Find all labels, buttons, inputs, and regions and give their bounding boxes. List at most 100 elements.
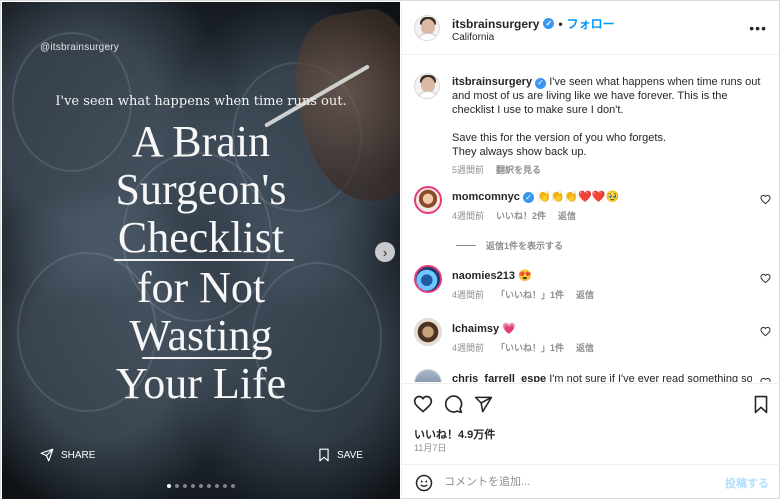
verified-badge-icon: ✓ (535, 77, 547, 89)
headline-line: Surgeon's (115, 165, 287, 214)
headline-line: Your Life (115, 359, 287, 408)
comment-time: 4週間前 (452, 343, 485, 353)
save-bookmark-icon (319, 448, 329, 462)
comment-likes[interactable]: 「いいね！」1件 (496, 341, 564, 354)
headline-line: Wasting (129, 311, 273, 360)
commenter-avatar[interactable] (414, 186, 442, 214)
author-username[interactable]: itsbrainsurgery (452, 17, 539, 31)
post-header: itsbrainsurgery ✓ • フォロー California ••• (402, 2, 780, 55)
post-actions: いいね！4.9万件 11月7日 (402, 383, 780, 463)
comment-text-row: lchaimsy 💗 (452, 322, 752, 335)
heart-icon[interactable] (760, 273, 771, 284)
comment-time: 4週間前 (452, 211, 485, 221)
share-plane-icon (40, 448, 54, 462)
next-button[interactable]: › (375, 242, 395, 262)
reply-button[interactable]: 返信 (576, 341, 594, 354)
comment-button[interactable] (442, 393, 464, 415)
reply-button[interactable]: 返信 (576, 288, 594, 301)
post-sidebar: itsbrainsurgery ✓ • フォロー California ••• … (401, 2, 780, 499)
like-button[interactable] (412, 393, 434, 415)
save-label: SAVE (337, 449, 363, 461)
carousel-indicator (2, 484, 400, 488)
carousel-dot (175, 484, 179, 488)
view-replies-button[interactable]: 返信1件を表示する (456, 239, 563, 252)
image-save-button[interactable]: SAVE (318, 448, 363, 462)
post-image[interactable]: @itsbrainsurgery I've seen what happens … (2, 2, 400, 499)
bookmark-icon (754, 395, 768, 413)
comment-text-row: momcomnyc ✓ 👏👏👏❤️❤️🥹 (452, 190, 752, 203)
comment-text: 💗 (502, 323, 516, 335)
image-share-button[interactable]: SHARE (40, 448, 95, 462)
separator: • (558, 16, 563, 31)
carousel-dot (183, 484, 187, 488)
comment-text: I'm not sure if I've ever read something… (549, 373, 752, 382)
next-arrow-icon: › (382, 244, 388, 260)
emoji-icon (415, 474, 433, 492)
comment-username[interactable]: lchaimsy (452, 323, 499, 335)
comment-meta: 4週間前 いいね！2件 返信 (452, 209, 576, 222)
caption-meta: 5週間前 翻訳を見る (452, 163, 772, 177)
comment-username[interactable]: chris_farrell_espe (452, 373, 546, 382)
caption-text-2b: They always show back up. (452, 146, 587, 158)
commenter-avatar[interactable] (414, 265, 442, 293)
swash (114, 259, 294, 261)
comment-meta: 4週間前 「いいね！」1件 返信 (452, 341, 594, 354)
headline-line: Checklist (117, 213, 285, 262)
comments-scroll[interactable]: itsbrainsurgery ✓ I've seen what happens… (402, 56, 780, 382)
reply-button[interactable]: 返信 (558, 209, 576, 222)
verified-badge-icon: ✓ (522, 192, 534, 203)
comment-icon (444, 395, 463, 414)
headline-line: A Brain (131, 117, 271, 166)
comment-username[interactable]: naomies213 (452, 270, 515, 282)
image-handle: @itsbrainsurgery (40, 42, 119, 53)
caption-text-2a: Save this for the version of you who for… (452, 132, 667, 144)
location-link[interactable]: California (452, 32, 494, 43)
verified-badge-icon: ✓ (543, 18, 555, 29)
post-dialog: @itsbrainsurgery I've seen what happens … (0, 0, 780, 499)
carousel-dot (167, 484, 171, 488)
comment-text-row: naomies213 😍 (452, 269, 752, 282)
add-comment-input[interactable] (444, 474, 714, 490)
view-replies-label: 返信1件を表示する (486, 241, 564, 251)
carousel-dot (207, 484, 211, 488)
carousel-dot (231, 484, 235, 488)
share-label: SHARE (61, 449, 96, 461)
share-icon (474, 396, 492, 412)
comment-likes[interactable]: 「いいね！」1件 (496, 288, 564, 301)
likes-count[interactable]: いいね！4.9万件 (414, 426, 495, 442)
share-button[interactable] (472, 393, 494, 415)
carousel-dot (191, 484, 195, 488)
carousel-dot (223, 484, 227, 488)
comment-text-row: chris_farrell_espe I'm not sure if I've … (452, 373, 752, 382)
caption-time: 5週間前 (452, 165, 485, 175)
headline-line: for Not (136, 263, 266, 312)
author-avatar[interactable] (414, 15, 440, 41)
heart-icon[interactable] (760, 194, 771, 205)
emoji-button[interactable] (414, 473, 434, 493)
carousel-dot (215, 484, 219, 488)
heart-icon (413, 395, 433, 413)
translate-button[interactable]: 翻訳を見る (496, 163, 541, 177)
carousel-dot (199, 484, 203, 488)
post-date: 11月7日 (414, 443, 447, 453)
heart-icon[interactable] (760, 326, 771, 337)
bookmark-button[interactable] (750, 393, 772, 415)
more-options-icon[interactable]: ••• (749, 20, 767, 36)
caption: itsbrainsurgery ✓ I've seen what happens… (452, 75, 772, 177)
comment-likes[interactable]: いいね！2件 (496, 209, 546, 222)
comment-username[interactable]: momcomnyc (452, 191, 520, 203)
caption-avatar[interactable] (414, 73, 440, 99)
heart-icon[interactable] (760, 377, 771, 382)
image-kicker: I've seen what happens when time runs ou… (55, 94, 347, 109)
replies-line (456, 245, 476, 246)
comment-meta: 4週間前 「いいね！」1件 返信 (452, 288, 594, 301)
add-comment-bar: 投稿する (402, 464, 780, 499)
commenter-avatar[interactable] (414, 318, 442, 346)
caption-username[interactable]: itsbrainsurgery (452, 76, 532, 88)
author-row: itsbrainsurgery ✓ • フォロー (452, 15, 615, 32)
commenter-avatar[interactable] (414, 369, 442, 382)
comment-text: 👏👏👏❤️❤️🥹 (536, 191, 620, 203)
comment-time: 4週間前 (452, 290, 485, 300)
follow-button[interactable]: フォロー (567, 15, 615, 32)
post-comment-button[interactable]: 投稿する (725, 475, 769, 491)
